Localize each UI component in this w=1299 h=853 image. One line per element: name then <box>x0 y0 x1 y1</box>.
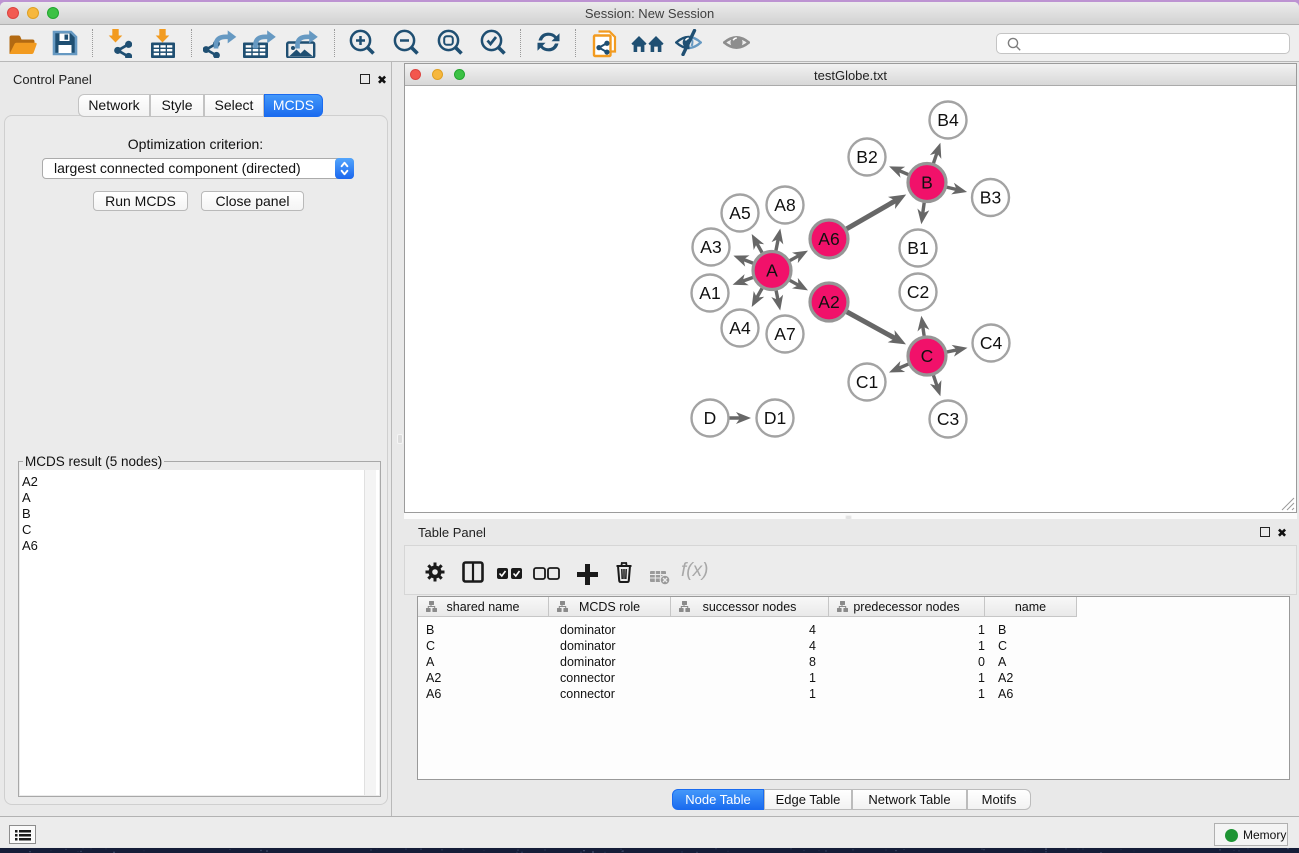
svg-text:B3: B3 <box>980 188 1001 208</box>
svg-text:C2: C2 <box>907 282 929 302</box>
svg-text:A2: A2 <box>818 292 839 312</box>
svg-text:B: B <box>921 173 933 193</box>
svg-text:A4: A4 <box>729 318 751 338</box>
svg-text:A7: A7 <box>774 324 795 344</box>
svg-text:f(x): f(x) <box>681 560 708 581</box>
svg-text:B4: B4 <box>937 110 959 130</box>
svg-text:A8: A8 <box>774 195 795 215</box>
svg-text:C: C <box>921 346 934 366</box>
svg-text:A1: A1 <box>699 283 720 303</box>
svg-text:C3: C3 <box>937 409 959 429</box>
svg-text:C4: C4 <box>980 333 1003 353</box>
svg-text:C1: C1 <box>856 372 878 392</box>
svg-text:A6: A6 <box>818 229 839 249</box>
svg-text:A3: A3 <box>700 237 721 257</box>
svg-text:D1: D1 <box>764 408 786 428</box>
svg-text:D: D <box>704 408 717 428</box>
svg-text:B2: B2 <box>856 147 877 167</box>
svg-text:A: A <box>766 261 778 281</box>
svg-text:B1: B1 <box>907 238 928 258</box>
svg-text:A5: A5 <box>729 203 750 223</box>
